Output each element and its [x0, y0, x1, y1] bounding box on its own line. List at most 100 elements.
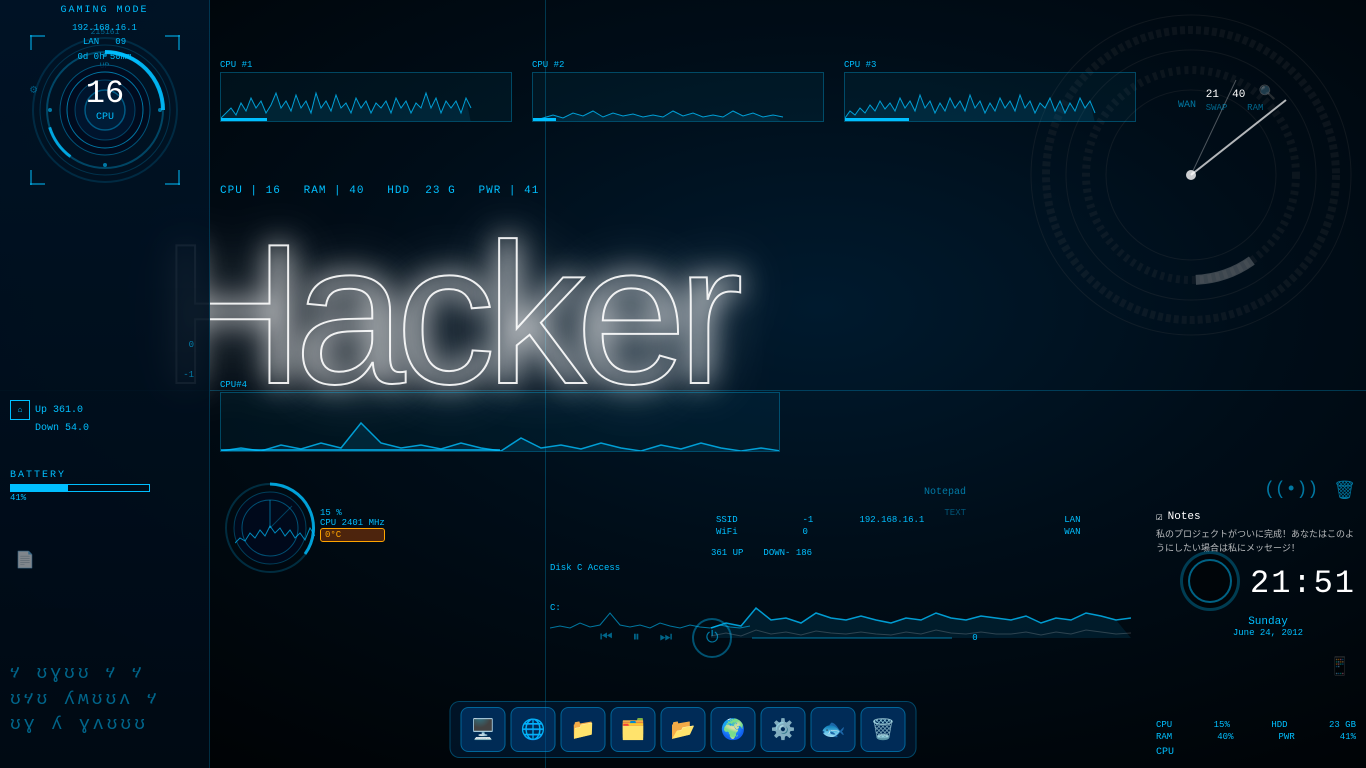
cpu4-panel: CPU#4 [220, 380, 780, 452]
bottom-pwr-label: PWR [1279, 732, 1295, 742]
dock-icon-monitor[interactable]: 🖥️ [461, 707, 506, 752]
cpu4-graph [220, 392, 780, 452]
network-info-table: SSID -1 192.168.16.1 LAN WiFi 0 WAN [711, 514, 1131, 538]
bottom-cpu-label: CPU [1156, 720, 1172, 730]
clock-inner-ring [1188, 559, 1232, 603]
net-traffic-svg [711, 548, 1131, 638]
stats-ram-val: 40 [349, 185, 364, 197]
bottom-ram-label: RAM [1156, 732, 1172, 742]
dock-icon-folder2[interactable]: 🗂️ [611, 707, 656, 752]
mini-waveform-area [235, 508, 315, 548]
cpu2-panel: CPU #2 [532, 60, 824, 122]
dock-icon-globe[interactable]: 🌍 [711, 707, 756, 752]
stats-cpu-val: 16 [266, 185, 281, 197]
up-label: 361 UP [711, 548, 743, 558]
taskbar-dock: 🖥️ 🌐 📁 🗂️ 📂 🌍 ⚙️ 🐟 🗑️ [450, 701, 917, 758]
swap-val: 21 [1206, 89, 1219, 101]
cpu2-bar [533, 118, 556, 121]
battery-label: BATTERY [10, 470, 200, 481]
network-traffic-graph: 361 UP DOWN- 186 [711, 548, 1131, 638]
script-line1: ሃ ʊɣʊʊ ሃ ሃ [10, 662, 160, 687]
wifi-val: 0 [798, 526, 855, 538]
notepad-label: Notepad [924, 487, 966, 498]
media-next[interactable]: ⏭ [660, 630, 673, 646]
notepad-text-label: TEXT [944, 508, 966, 518]
bottom-hdd-label: HDD [1271, 720, 1287, 730]
cpu2-waveform [533, 73, 823, 121]
cpu-stat-row: CPU 15% HDD 23 GB [1156, 720, 1356, 730]
cpu3-bar [845, 118, 909, 121]
cpu-temp: 0°C [320, 528, 385, 542]
cpu1-label: CPU #1 [220, 60, 512, 70]
cpu3-label: CPU #3 [844, 60, 1136, 70]
clock-circle [1180, 551, 1240, 611]
wifi-icon[interactable]: ((•)) [1264, 480, 1318, 502]
zero-label: 0 [189, 340, 194, 350]
folder-icon: 📄 [15, 550, 35, 570]
ram-stat-row: RAM 40% PWR 41% [1156, 732, 1356, 742]
battery-bar-fill [11, 485, 68, 491]
cpu-gauge-widget: 16 CPU 215161 ⚙ [10, 20, 200, 260]
cpu-panels-area: CPU #1 CPU #2 CPU #3 [220, 60, 1136, 240]
ram-val: 40 [1232, 89, 1245, 101]
cpu-bottom-label: CPU [1156, 747, 1356, 758]
cpu-gauge-value: 16 [10, 75, 200, 112]
swap-ram-display: 21 40 🔍 SWAP RAM [1206, 85, 1276, 114]
cpu1-panel: CPU #1 [220, 60, 512, 122]
dock-icon-fish[interactable]: 🐟 [811, 707, 856, 752]
cpu-top-row: CPU #1 CPU #2 CPU #3 [220, 60, 1136, 122]
left-panel: 16 CPU 215161 ⚙ GAMING MODE 192.168.16.1… [0, 0, 210, 768]
disk-label: Disk C Access [550, 563, 620, 573]
stats-pwr-val: 41 [524, 185, 539, 197]
cpu1-waveform [221, 73, 511, 121]
notes-check-icon: ☑ [1156, 510, 1163, 524]
cpu1-bar [221, 118, 267, 121]
top-right-icons-area: ((•)) 🗑 [1264, 480, 1356, 502]
dock-icon-settings[interactable]: ⚙️ [761, 707, 806, 752]
minus-one-label: -1 [183, 370, 194, 380]
stats-ram-label: RAM [304, 185, 327, 197]
network-stats: ⌂ Up 361.0 Down 54.0 [10, 400, 200, 437]
cpu4-waveform [221, 393, 779, 451]
trash-icon[interactable]: 🗑 [1333, 480, 1356, 502]
gaming-mode-label: GAMING MODE [0, 5, 209, 16]
ssid-dash: -1 [798, 514, 855, 526]
cpu3-graph [844, 72, 1136, 122]
media-pause[interactable]: ⏸ [633, 630, 640, 646]
stats-cpu-label: CPU [220, 185, 243, 197]
dock-icon-folder1[interactable]: 📁 [561, 707, 606, 752]
cpu1-graph [220, 72, 512, 122]
cpu-freq-info: 15 % CPU 2401 MHz 0°C [320, 508, 385, 542]
disk-section: Disk C Access C: [550, 563, 620, 613]
dock-icon-browser[interactable]: 🌐 [511, 707, 556, 752]
lan-value: LAN [1059, 514, 1131, 526]
clock-day: Sunday [1180, 616, 1356, 628]
cpu-gauge-label: CPU [10, 112, 200, 123]
clock-time: 21:51 [1250, 565, 1356, 602]
clock-date: June 24, 2012 [1180, 628, 1356, 638]
cpu4-bar [221, 449, 500, 451]
script-line3: ʊɣ ʎ ɣʌʊʊʊ [10, 713, 160, 738]
media-prev[interactable]: ⏮ [600, 630, 613, 646]
cpu3-waveform [845, 73, 1135, 121]
net-down-row: Down 54.0 [10, 423, 200, 434]
dock-icon-trash[interactable]: 🗑️ [861, 707, 906, 752]
cpu2-label: CPU #2 [532, 60, 824, 70]
ssid-label: SSID [711, 514, 798, 526]
wifi-label: WiFi [711, 526, 798, 538]
net-up-row: ⌂ Up 361.0 [10, 400, 200, 420]
phone-icon: 📱 [1329, 656, 1351, 678]
ssid-row: SSID -1 192.168.16.1 LAN [711, 514, 1131, 526]
notes-section: ☑ Notes 私のプロジェクトがついに完成！あなたはこのようにしたい場合は私に… [1156, 510, 1356, 556]
stats-pwr-label: PWR [479, 185, 502, 197]
dock-icon-folder3[interactable]: 📂 [661, 707, 706, 752]
wan-label: WAN [1178, 100, 1196, 111]
bottom-hdd-val: 23 GB [1329, 720, 1356, 730]
cpu4-label: CPU#4 [220, 380, 780, 390]
cpu-freq: CPU 2401 MHz [320, 518, 385, 528]
search-icon[interactable]: 🔍 [1259, 86, 1276, 102]
bottom-cpu-val: 15% [1214, 720, 1230, 730]
stats-hdd-val: 23 G [425, 185, 455, 197]
stats-bar: CPU | 16 RAM | 40 HDD 23 G PWR | 41 [220, 185, 1136, 197]
clock-row: 21:51 [1180, 551, 1356, 616]
